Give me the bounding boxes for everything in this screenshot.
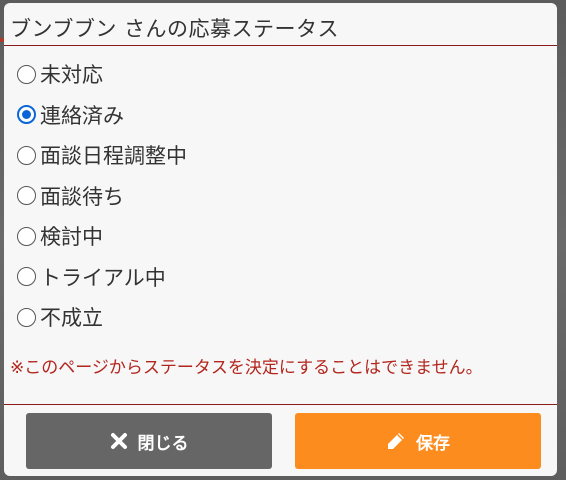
save-button[interactable]: 保存 [295,413,541,469]
status-option-label: 連絡済み [40,103,124,128]
status-option-renrakuzumi[interactable]: 連絡済み [17,95,557,136]
status-option-label: 不成立 [40,306,103,331]
status-modal: ブンブブン さんの応募ステータス 未対応 連絡済み 面談日程調整中 面談待ち 検… [4,3,557,476]
save-button-label: 保存 [416,433,450,454]
modal-title: ブンブブン さんの応募ステータス [4,3,557,46]
radio-button[interactable] [17,267,36,287]
status-option-label: 面談待ち [40,184,124,209]
status-option-label: 面談日程調整中 [40,144,187,169]
pencil-icon [386,431,406,451]
notice-text: ※このページからステータスを決定にすることはできません。 [10,357,483,378]
status-option-label: 検討中 [40,225,103,250]
status-option-label: 未対応 [40,63,103,88]
radio-button[interactable] [17,186,36,206]
status-option-fuseiritsu[interactable]: 不成立 [17,297,557,338]
radio-button[interactable] [17,307,36,327]
status-option-kentouchuu[interactable]: 検討中 [17,216,557,257]
radio-button[interactable] [17,226,36,246]
status-option-mitaiou[interactable]: 未対応 [17,54,557,95]
close-button-label: 閉じる [137,433,189,454]
radio-button[interactable] [17,145,36,165]
radio-button-checked[interactable] [17,105,36,125]
status-option-mendan-machi[interactable]: 面談待ち [17,176,557,217]
close-button[interactable]: 閉じる [26,413,272,469]
radio-button[interactable] [17,64,36,84]
close-x-icon [110,432,128,450]
modal-footer: 閉じる 保存 [4,404,557,476]
status-option-list: 未対応 連絡済み 面談日程調整中 面談待ち 検討中 トライアル中 不成立 [4,46,557,338]
status-option-trial-chuu[interactable]: トライアル中 [17,257,557,298]
status-option-label: トライアル中 [40,265,166,290]
status-option-mendan-nittei-chouseichuu[interactable]: 面談日程調整中 [17,135,557,176]
